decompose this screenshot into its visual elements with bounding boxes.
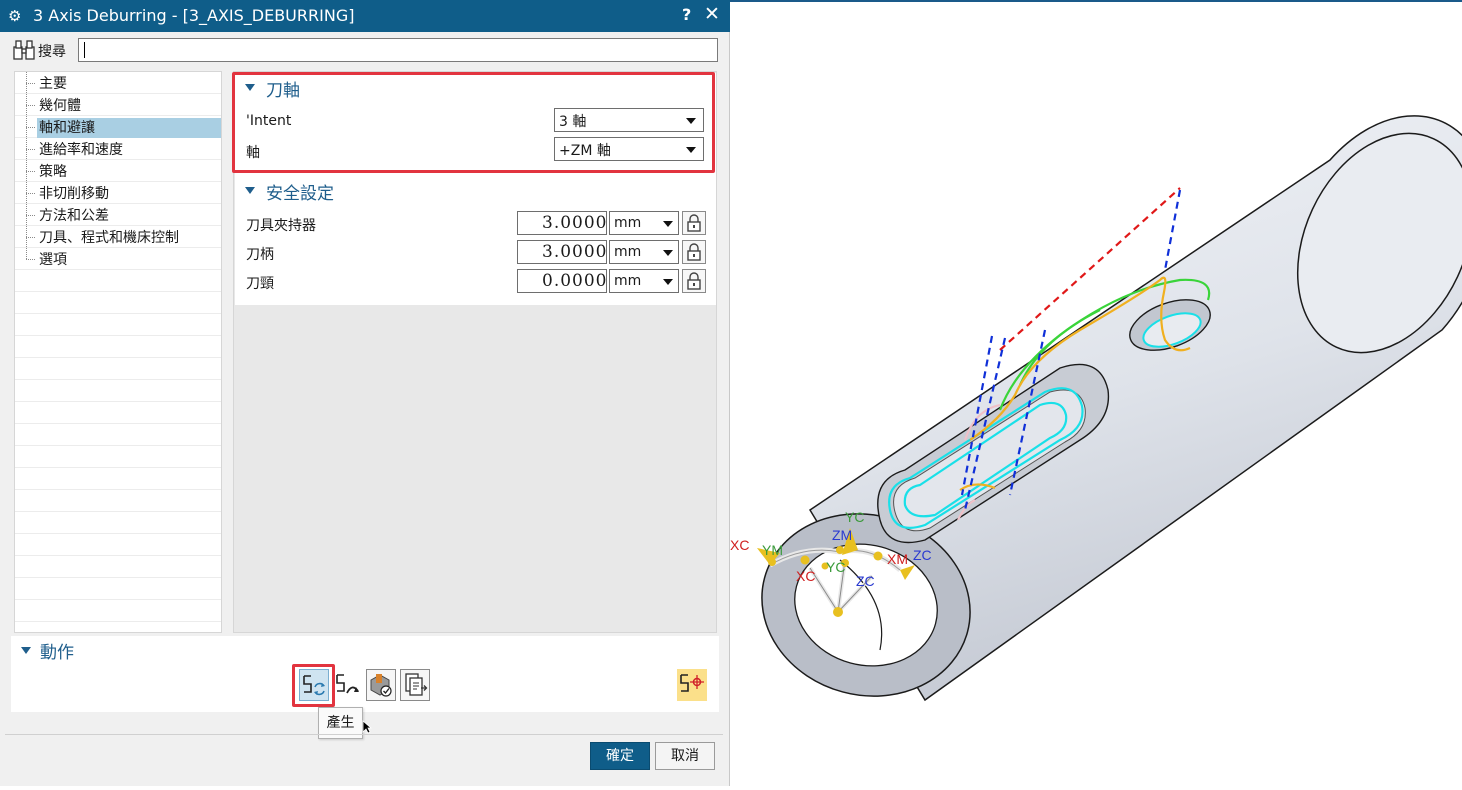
- tool-axis-highlight: [232, 72, 715, 173]
- text-cursor: [84, 42, 85, 58]
- close-button[interactable]: ✕: [704, 3, 720, 25]
- locate-button[interactable]: [677, 669, 707, 701]
- actions-group: 動作: [11, 636, 719, 712]
- nav-item-options[interactable]: 選項: [15, 248, 221, 270]
- collapse-triangle-icon: [21, 647, 31, 654]
- lock-icon[interactable]: [682, 211, 706, 235]
- nav-item-label: 刀具、程式和機床控制: [39, 230, 179, 246]
- group-title: 安全設定: [266, 184, 334, 204]
- shank-clearance-input[interactable]: 3.00000: [517, 240, 607, 264]
- nav-item-label: 策略: [39, 164, 67, 180]
- shank-clearance-value: 3.00000: [542, 242, 607, 262]
- replay-button[interactable]: [333, 669, 363, 701]
- search-label: 搜尋: [38, 44, 66, 60]
- lock-icon[interactable]: [682, 269, 706, 293]
- binoculars-icon: [13, 40, 35, 60]
- search-input[interactable]: [78, 38, 718, 62]
- nav-item-label: 幾何體: [39, 98, 81, 114]
- dropdown-arrow-icon: [663, 250, 673, 256]
- holder-clearance-input[interactable]: 3.00000: [517, 211, 607, 235]
- dialog-title: 3 Axis Deburring - [3_AXIS_DEBURRING]: [33, 6, 355, 25]
- help-button[interactable]: ?: [682, 5, 691, 24]
- nav-item-strategy[interactable]: 策略: [15, 160, 221, 182]
- neck-unit-select[interactable]: mm: [609, 269, 679, 293]
- nav-item-label: 主要: [39, 76, 67, 92]
- nav-item-feeds-and-speeds[interactable]: 進給率和速度: [15, 138, 221, 160]
- ok-button[interactable]: 確定: [590, 742, 650, 770]
- nav-item-non-cutting-moves[interactable]: 非切削移動: [15, 182, 221, 204]
- deburring-dialog: ⚙ 3 Axis Deburring - [3_AXIS_DEBURRING] …: [0, 0, 730, 786]
- zc-axis-label: ZC: [913, 547, 932, 563]
- nav-item-tool-program-machine[interactable]: 刀具、程式和機床控制: [15, 226, 221, 248]
- nav-item-main[interactable]: 主要: [15, 72, 221, 94]
- actions-title: 動作: [40, 643, 74, 663]
- graphics-viewport[interactable]: YC ZM XM ZC XC XC YM YC ZC: [730, 2, 1462, 786]
- ym-axis-label: YM: [762, 542, 783, 558]
- footer-separator: [5, 734, 723, 735]
- search-row: 搜尋: [0, 34, 730, 66]
- locate-target-icon: [680, 674, 704, 692]
- neck-label: 刀頸: [246, 276, 274, 292]
- generate-highlight: [292, 664, 335, 707]
- yc-small-axis-label: YC: [826, 559, 845, 575]
- dropdown-arrow-icon: [663, 279, 673, 285]
- safety-settings-group: 安全設定 刀具夾持器 3.00000 mm 刀柄 3.00000 mm 刀頸 0…: [235, 175, 716, 305]
- zm-axis-label: ZM: [832, 527, 852, 543]
- verify-button[interactable]: [366, 669, 396, 701]
- safety-settings-header[interactable]: 安全設定: [245, 179, 445, 204]
- part-model: YC ZM XM ZC XC XC YM YC ZC: [730, 115, 1462, 702]
- title-bar: ⚙ 3 Axis Deburring - [3_AXIS_DEBURRING] …: [0, 0, 730, 32]
- nav-item-geometry[interactable]: 幾何體: [15, 94, 221, 116]
- xc-left-axis-label: XC: [730, 537, 749, 553]
- lock-icon[interactable]: [682, 240, 706, 264]
- yc-axis-label: YC: [845, 509, 864, 525]
- nav-tree: 主要 幾何體 軸和避讓 進給率和速度 策略 非切削移動 方法和公差 刀具、程式和…: [14, 71, 222, 633]
- nav-item-label: 選項: [39, 252, 67, 268]
- holder-clearance-value: 3.00000: [542, 213, 607, 233]
- xm-axis-label: XM: [887, 551, 908, 567]
- xc-axis-label: XC: [796, 568, 815, 584]
- nav-item-method-and-tolerance[interactable]: 方法和公差: [15, 204, 221, 226]
- neck-clearance-input[interactable]: 0.00000: [517, 269, 607, 293]
- nav-item-label: 方法和公差: [39, 208, 109, 224]
- replay-icon: [336, 674, 359, 694]
- mouse-pointer-icon: [362, 720, 372, 734]
- shank-label: 刀柄: [246, 247, 274, 263]
- gear-icon: ⚙: [8, 7, 22, 25]
- zc-small-axis-label: ZC: [856, 573, 875, 589]
- collapse-triangle-icon: [245, 187, 255, 194]
- nav-item-label: 軸和避讓: [37, 118, 221, 138]
- cancel-button[interactable]: 取消: [655, 742, 715, 770]
- shank-unit-select[interactable]: mm: [609, 240, 679, 264]
- verify-icon: [370, 674, 392, 697]
- list-document-icon: [405, 673, 428, 696]
- nav-item-label: 非切削移動: [39, 186, 109, 202]
- holder-label: 刀具夾持器: [246, 218, 316, 234]
- neck-clearance-value: 0.00000: [542, 271, 607, 291]
- nav-item-label: 進給率和速度: [39, 142, 123, 158]
- dropdown-arrow-icon: [663, 221, 673, 227]
- nav-item-axis-and-avoidance[interactable]: 軸和避讓: [15, 116, 221, 138]
- list-output-button[interactable]: [400, 669, 430, 701]
- holder-unit-select[interactable]: mm: [609, 211, 679, 235]
